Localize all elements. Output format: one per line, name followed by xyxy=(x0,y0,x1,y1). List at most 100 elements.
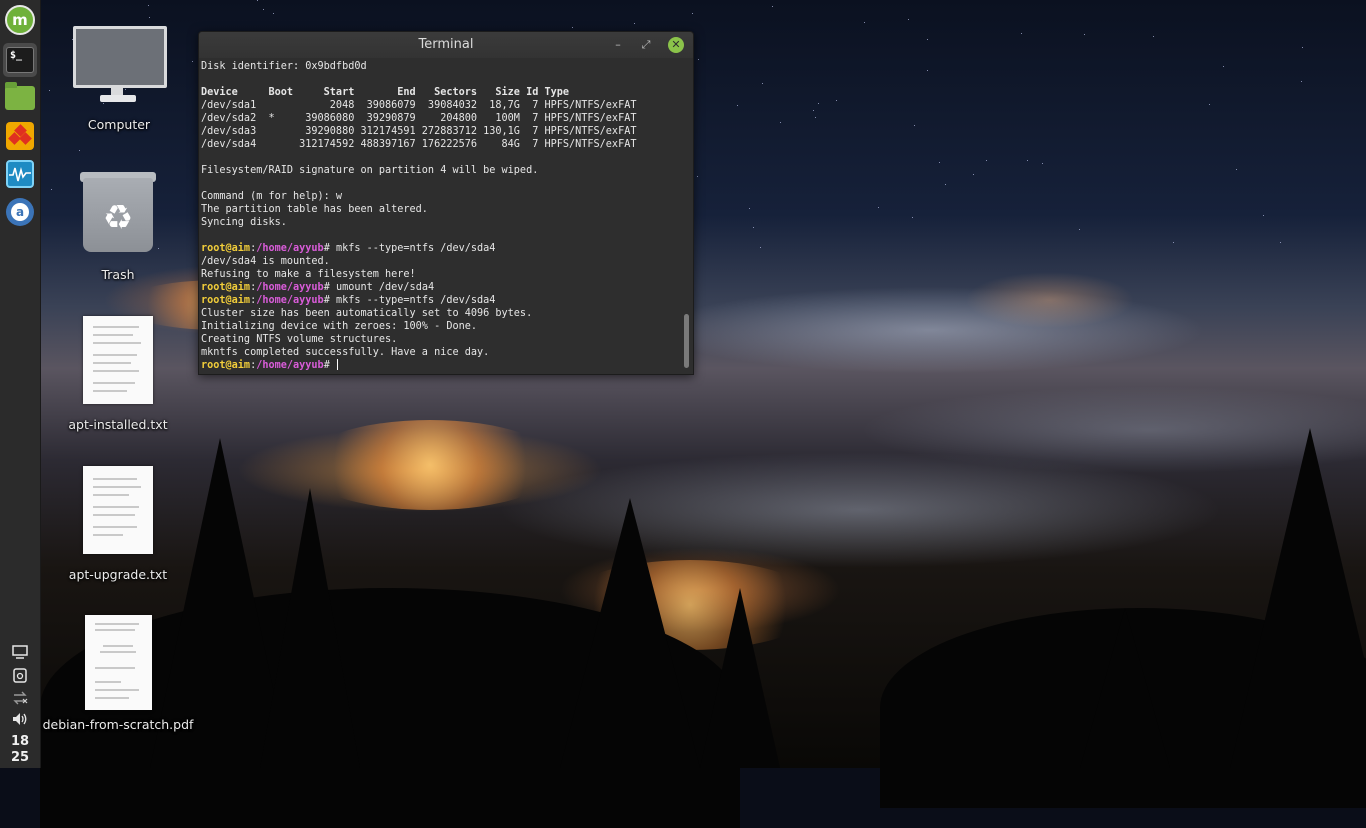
prompt-path: /home/ayyub xyxy=(256,360,324,371)
text-file-icon xyxy=(83,316,153,404)
star xyxy=(1301,47,1303,49)
desktop-icon-label: apt-upgrade.txt xyxy=(68,567,168,582)
terminal-line: Filesystem/RAID signature on partition 4… xyxy=(201,165,539,176)
terminal-scrollbar[interactable] xyxy=(684,314,689,368)
clock-hour[interactable]: 18 xyxy=(0,734,40,750)
prompt-path: /home/ayyub xyxy=(256,243,324,254)
computer-icon xyxy=(73,26,167,88)
star xyxy=(748,207,750,209)
mint-menu-icon: m xyxy=(5,5,35,35)
terminal-titlebar[interactable]: Terminal – ⤢ ✕ xyxy=(199,32,693,58)
terminal-line: /dev/sda4 312174592 488397167 176222576 … xyxy=(201,139,637,150)
star xyxy=(752,226,754,228)
close-button[interactable]: ✕ xyxy=(668,37,684,53)
terminal-line: /dev/sda2 * 39086080 39290879 204800 100… xyxy=(201,113,637,124)
star xyxy=(863,21,865,23)
star xyxy=(926,70,928,72)
mint-menu-button[interactable]: m xyxy=(3,3,37,37)
star xyxy=(1153,36,1155,38)
star xyxy=(1026,160,1028,162)
files-launcher[interactable] xyxy=(3,81,37,115)
prompt-command: # mkfs --type=ntfs /dev/sda4 xyxy=(323,295,496,306)
system-monitor-launcher[interactable] xyxy=(3,157,37,191)
star xyxy=(815,117,817,119)
terminal-output[interactable]: Disk identifier: 0x9bdfbd0d Device Boot S… xyxy=(201,60,681,372)
terminal-line: Syncing disks. xyxy=(201,217,287,228)
star xyxy=(813,110,815,112)
star xyxy=(1083,34,1085,36)
star xyxy=(78,150,80,152)
terminal-line: Refusing to make a filesystem here! xyxy=(201,269,416,280)
terminal-icon: $_ xyxy=(6,47,34,73)
terminal-cursor xyxy=(336,359,338,370)
star xyxy=(1223,66,1225,68)
prompt-command: # xyxy=(323,360,336,371)
prompt-user: root@aim xyxy=(201,360,251,371)
pdf-file-icon xyxy=(85,615,152,710)
star xyxy=(907,19,909,21)
tree-silhouette xyxy=(1080,608,1170,768)
terminal-line: Initializing device with zeroes: 100% - … xyxy=(201,321,478,332)
star xyxy=(192,60,194,62)
diamond-app-launcher[interactable] xyxy=(3,119,37,153)
star xyxy=(262,9,264,11)
clock-minute[interactable]: 25 xyxy=(0,750,40,766)
tree-silhouette xyxy=(700,588,780,768)
terminal-launcher[interactable]: $_ xyxy=(3,43,37,77)
left-panel: m $_ a 18 25 xyxy=(0,0,41,768)
star xyxy=(147,5,149,7)
star xyxy=(1079,228,1081,230)
terminal-line: Command (m for help): w xyxy=(201,191,343,202)
star xyxy=(272,12,274,14)
star xyxy=(698,58,700,60)
star xyxy=(1263,215,1265,217)
star xyxy=(102,103,104,105)
prompt-user: root@aim xyxy=(201,295,251,306)
system-monitor-icon xyxy=(6,160,34,188)
volume-icon[interactable] xyxy=(11,711,29,727)
text-file-icon xyxy=(83,466,153,554)
star xyxy=(945,184,947,186)
star xyxy=(1020,32,1022,34)
star xyxy=(572,27,574,29)
terminal-line: /dev/sda4 is mounted. xyxy=(201,256,330,267)
terminal-line: Cluster size has been automatically set … xyxy=(201,308,533,319)
star xyxy=(878,207,880,209)
network-icon[interactable] xyxy=(11,690,29,706)
maximize-button[interactable]: ⤢ xyxy=(638,37,654,53)
star xyxy=(149,17,151,19)
tree-silhouette xyxy=(560,498,700,768)
tree-silhouette xyxy=(260,488,360,768)
terminal-line: The partition table has been altered. xyxy=(201,204,428,215)
star xyxy=(938,161,940,163)
recycle-icon: ♻ xyxy=(102,198,134,238)
star xyxy=(986,159,988,161)
desktop-icon-label: Trash xyxy=(101,267,135,282)
star xyxy=(759,247,761,249)
terminal-prompt-line: root@aim:/home/ayyub# mkfs --type=ntfs /… xyxy=(201,242,681,255)
terminal-window[interactable]: Terminal – ⤢ ✕ Disk identifier: 0x9bdfbd… xyxy=(198,31,694,375)
star xyxy=(1279,242,1281,244)
terminal-prompt-line: root@aim:/home/ayyub# xyxy=(201,359,681,372)
a-app-icon: a xyxy=(6,198,34,226)
star xyxy=(779,121,781,123)
files-folder-icon xyxy=(5,82,35,110)
star xyxy=(973,174,975,176)
star xyxy=(257,0,259,2)
prompt-user: root@aim xyxy=(201,243,251,254)
tree-silhouette xyxy=(1230,428,1366,768)
minimize-button[interactable]: – xyxy=(610,37,626,53)
terminal-line: /dev/sda3 39290880 312174591 272883712 1… xyxy=(201,126,637,137)
star xyxy=(49,89,51,91)
terminal-line: Device Boot Start End Sectors Size Id Ty… xyxy=(201,87,570,98)
a-app-launcher[interactable]: a xyxy=(3,195,37,229)
star xyxy=(51,189,53,191)
star xyxy=(911,217,913,219)
desktop-icon-label: Computer xyxy=(87,117,151,132)
display-icon[interactable] xyxy=(11,644,29,660)
star xyxy=(1300,81,1302,83)
star xyxy=(124,88,126,90)
clipboard-icon[interactable] xyxy=(11,667,29,683)
